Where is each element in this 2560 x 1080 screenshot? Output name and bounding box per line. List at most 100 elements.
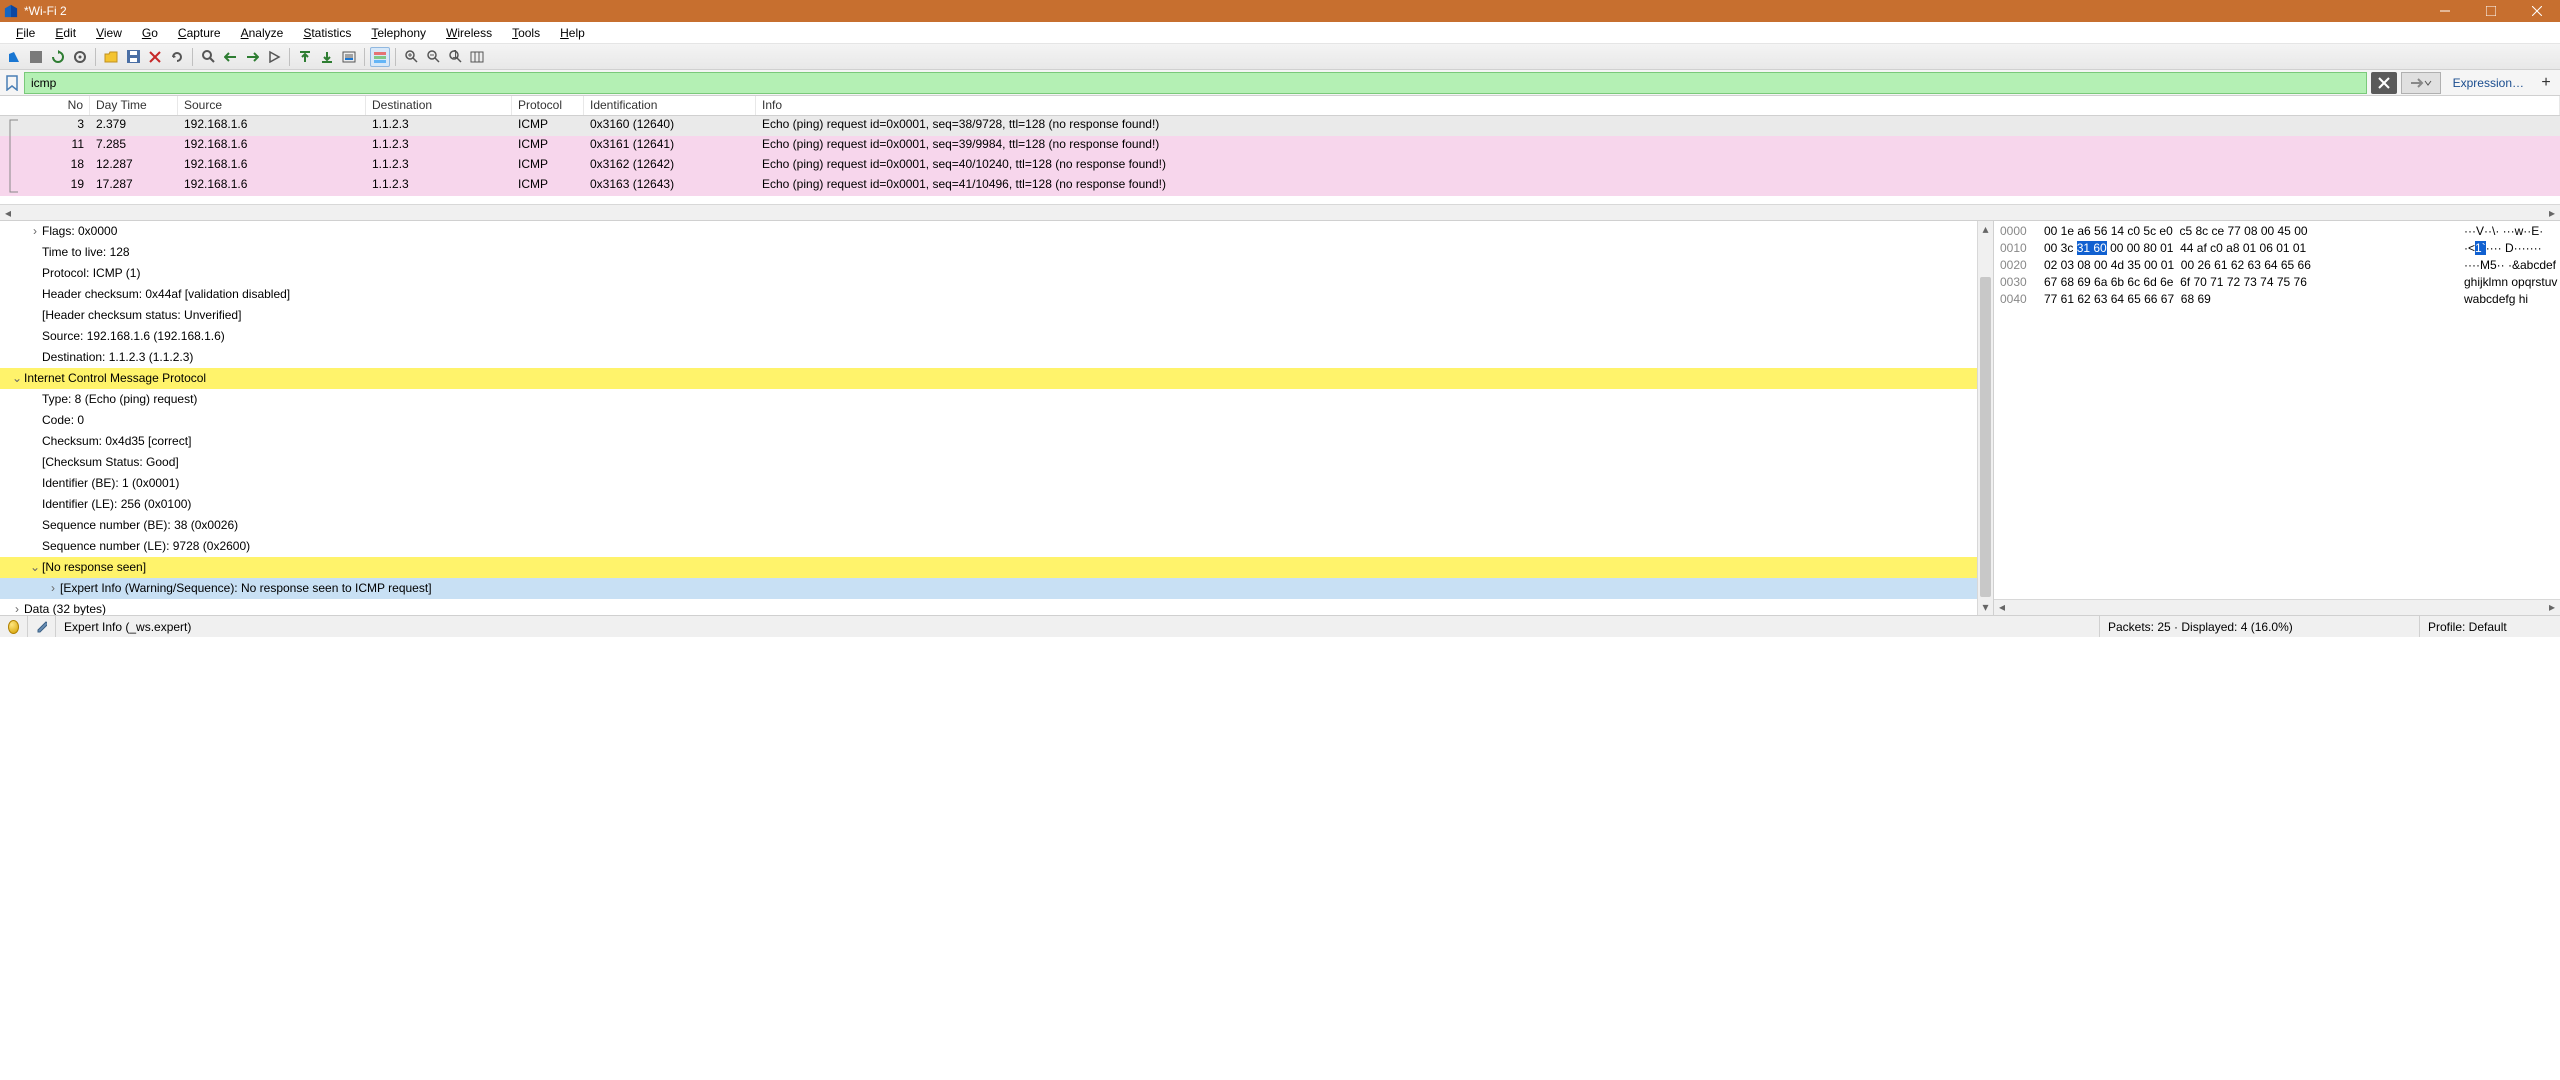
zoom-in-button[interactable] [401,47,421,67]
menu-help[interactable]: Help [550,26,595,40]
autoscroll-button[interactable] [339,47,359,67]
packet-row[interactable]: 32.379192.168.1.61.1.2.3ICMP0x3160 (1264… [0,116,2560,136]
column-header[interactable]: Day Time [90,96,178,115]
scroll-left-icon[interactable]: ◂ [0,205,16,221]
close-button[interactable] [2514,0,2560,22]
scroll-track[interactable] [2010,600,2544,615]
go-forward-button[interactable] [242,47,262,67]
detail-row[interactable]: Identifier (BE): 1 (0x0001) [0,473,1993,494]
detail-row[interactable]: Protocol: ICMP (1) [0,263,1993,284]
detail-row[interactable]: Time to live: 128 [0,242,1993,263]
go-to-packet-button[interactable] [264,47,284,67]
hex-row[interactable]: 002002 03 08 00 4d 35 00 01 00 26 61 62 … [2000,257,2560,274]
go-first-button[interactable] [295,47,315,67]
collapse-icon[interactable]: ⌄ [28,557,42,578]
scroll-track[interactable] [16,205,2544,221]
expand-icon[interactable]: › [46,578,60,599]
detail-row[interactable]: ⌄Internet Control Message Protocol [0,368,1993,389]
column-header[interactable]: Destination [366,96,512,115]
detail-row[interactable]: Destination: 1.1.2.3 (1.1.2.3) [0,347,1993,368]
column-header[interactable]: No [0,96,90,115]
scroll-up-icon[interactable]: ▴ [1978,221,1993,237]
minimize-button[interactable] [2422,0,2468,22]
find-packet-button[interactable] [198,47,218,67]
menu-analyze[interactable]: Analyze [231,26,294,40]
expand-icon[interactable]: › [10,599,24,615]
titlebar: *Wi-Fi 2 [0,0,2560,22]
menu-capture[interactable]: Capture [168,26,231,40]
menu-wireless[interactable]: Wireless [436,26,502,40]
collapse-icon[interactable]: ⌄ [10,368,24,389]
detail-row[interactable]: Header checksum: 0x44af [validation disa… [0,284,1993,305]
start-capture-button[interactable] [4,47,24,67]
menu-view[interactable]: View [86,26,132,40]
scroll-right-icon[interactable]: ▸ [2544,600,2560,615]
detail-row[interactable]: Sequence number (BE): 38 (0x0026) [0,515,1993,536]
packet-list-hscrollbar[interactable]: ◂ ▸ [0,204,2560,220]
resize-columns-button[interactable] [467,47,487,67]
detail-row[interactable]: ›Flags: 0x0000 [0,221,1993,242]
menu-telephony[interactable]: Telephony [361,26,436,40]
open-file-button[interactable] [101,47,121,67]
detail-row[interactable]: Code: 0 [0,410,1993,431]
display-filter-input[interactable] [24,72,2367,94]
menu-edit[interactable]: Edit [45,26,86,40]
expression-button[interactable]: Expression… [2445,76,2532,90]
clear-filter-button[interactable] [2371,72,2397,94]
hex-row[interactable]: 000000 1e a6 56 14 c0 5c e0 c5 8c ce 77 … [2000,223,2560,240]
column-header[interactable]: Protocol [512,96,584,115]
go-last-button[interactable] [317,47,337,67]
detail-row[interactable]: [Checksum Status: Good] [0,452,1993,473]
scroll-down-icon[interactable]: ▾ [1978,599,1993,615]
packet-count: Packets: 25 · Displayed: 4 (16.0%) [2100,616,2420,637]
edit-prefs-button[interactable] [28,616,56,637]
stop-capture-button[interactable] [26,47,46,67]
packet-row[interactable]: 1917.287192.168.1.61.1.2.3ICMP0x3163 (12… [0,176,2560,196]
menu-tools[interactable]: Tools [502,26,550,40]
packet-details[interactable]: ›Flags: 0x0000Time to live: 128Protocol:… [0,221,1993,615]
column-header[interactable]: Source [178,96,366,115]
capture-options-button[interactable] [70,47,90,67]
details-vscrollbar[interactable]: ▴ ▾ [1977,221,1993,615]
expand-icon[interactable]: › [28,221,42,242]
menu-statistics[interactable]: Statistics [293,26,361,40]
packet-list-body[interactable]: 32.379192.168.1.61.1.2.3ICMP0x3160 (1264… [0,116,2560,204]
scroll-right-icon[interactable]: ▸ [2544,205,2560,221]
profile-selector[interactable]: Profile: Default [2420,616,2560,637]
bookmark-icon[interactable] [4,75,20,91]
hex-row[interactable]: 004077 61 62 63 64 65 66 67 68 69wabcdef… [2000,291,2560,308]
restart-capture-button[interactable] [48,47,68,67]
detail-row[interactable]: Type: 8 (Echo (ping) request) [0,389,1993,410]
hex-row[interactable]: 001000 3c 31 60 00 00 80 01 44 af c0 a8 … [2000,240,2560,257]
menu-file[interactable]: File [6,26,45,40]
detail-row[interactable]: [Header checksum status: Unverified] [0,305,1993,326]
hex-row[interactable]: 003067 68 69 6a 6b 6c 6d 6e 6f 70 71 72 … [2000,274,2560,291]
menu-go[interactable]: Go [132,26,168,40]
scroll-left-icon[interactable]: ◂ [1994,600,2010,615]
packet-row[interactable]: 117.285192.168.1.61.1.2.3ICMP0x3161 (126… [0,136,2560,156]
maximize-button[interactable] [2468,0,2514,22]
column-header[interactable]: Identification [584,96,756,115]
packet-bytes[interactable]: 000000 1e a6 56 14 c0 5c e0 c5 8c ce 77 … [1993,221,2560,615]
zoom-reset-button[interactable]: 1 [445,47,465,67]
zoom-out-button[interactable] [423,47,443,67]
expert-info-button[interactable] [0,616,28,637]
apply-filter-button[interactable] [2401,72,2441,94]
detail-row[interactable]: Checksum: 0x4d35 [correct] [0,431,1993,452]
detail-row[interactable]: ⌄[No response seen] [0,557,1993,578]
detail-row[interactable]: Sequence number (LE): 9728 (0x2600) [0,536,1993,557]
column-header[interactable]: Info [756,96,2560,115]
add-filter-button[interactable]: + [2536,73,2556,93]
colorize-button[interactable] [370,47,390,67]
save-file-button[interactable] [123,47,143,67]
detail-row[interactable]: Identifier (LE): 256 (0x0100) [0,494,1993,515]
reload-button[interactable] [167,47,187,67]
close-file-button[interactable] [145,47,165,67]
detail-row[interactable]: ›[Expert Info (Warning/Sequence): No res… [0,578,1993,599]
packet-row[interactable]: 1812.287192.168.1.61.1.2.3ICMP0x3162 (12… [0,156,2560,176]
scroll-thumb[interactable] [1980,277,1991,597]
hex-hscrollbar[interactable]: ◂ ▸ [1994,599,2560,615]
detail-row[interactable]: Source: 192.168.1.6 (192.168.1.6) [0,326,1993,347]
detail-row[interactable]: ›Data (32 bytes) [0,599,1993,615]
go-back-button[interactable] [220,47,240,67]
